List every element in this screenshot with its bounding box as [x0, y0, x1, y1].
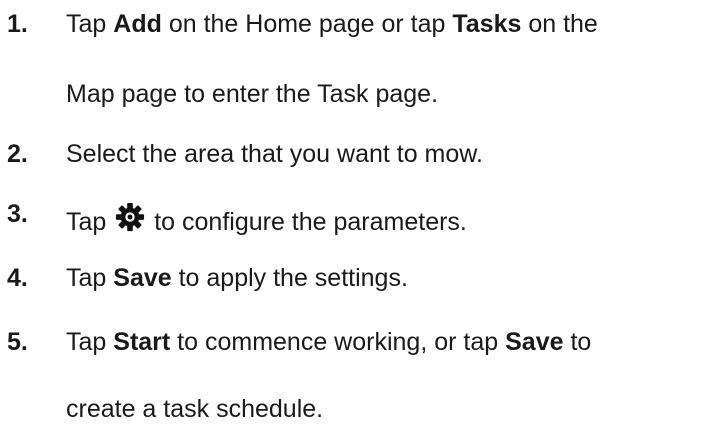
text-run: Tap [66, 264, 114, 292]
text-run: on the [521, 10, 598, 38]
step-number: 1. [7, 10, 28, 38]
ui-label-tasks: Tasks [452, 10, 522, 38]
text-run: Tap [66, 10, 114, 38]
text-run: Tap [66, 208, 114, 236]
step-number: 4. [7, 264, 28, 292]
ui-label-start: Start [113, 328, 171, 356]
step-text-line: Select the area that you want to mow. [66, 140, 483, 168]
step-number: 5. [7, 328, 28, 356]
step-text-line: Tap to configure the parameters. [66, 202, 467, 235]
step-text-line: Tap Save to apply the settings. [66, 266, 408, 291]
text-run: to apply the settings. [171, 264, 408, 292]
text-run: on the Home page or tap [161, 10, 453, 38]
step-number: 3. [7, 200, 28, 228]
text-run: to configure the parameters. [147, 208, 467, 236]
ui-label-add: Add [113, 10, 162, 38]
step-number: 2. [7, 140, 28, 168]
text-run: to [563, 328, 592, 356]
ui-label-save: Save [505, 328, 564, 356]
step-text-line: create a task schedule. [66, 395, 324, 423]
instruction-steps: 1. Tap Add on the Home page or tap Tasks… [0, 0, 717, 439]
text-run: to commence working, or tap [170, 328, 506, 356]
text-run: Tap [66, 328, 114, 356]
step-text-line: Tap Add on the Home page or tap Tasks on… [66, 12, 598, 37]
step-text-line: Map page to enter the Task page. [66, 80, 439, 108]
step-text-line: Tap Start to commence working, or tap Sa… [66, 330, 591, 355]
gear-icon [116, 202, 145, 232]
ui-label-save: Save [113, 264, 172, 292]
